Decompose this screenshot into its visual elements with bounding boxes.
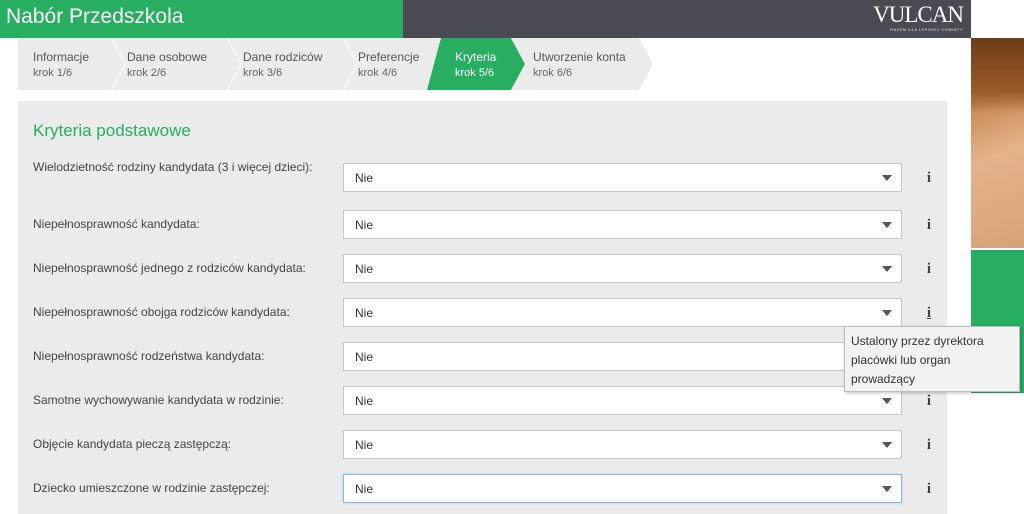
- criterion-select-niepelnosprawnosc-obojga[interactable]: Nie: [343, 298, 902, 327]
- section-title: Kryteria podstawowe: [33, 121, 191, 140]
- criterion-label: Objęcie kandydata pieczą zastępczą:: [33, 437, 232, 451]
- criterion-label: Niepełnosprawność kandydata:: [33, 217, 200, 231]
- step-name: Preferencje: [358, 50, 420, 64]
- side-photo: [971, 0, 1024, 514]
- step-name: Informacje: [33, 50, 90, 64]
- app-header-brand: Nabór Przedszkola: [0, 0, 403, 38]
- criterion-label: Niepełnosprawność obojga rodziców kandyd…: [33, 305, 290, 319]
- wizard-steps: Informacje krok 1/6 Dane osobowe krok 2/6 …: [18, 38, 668, 90]
- criterion-select-rodzina-zastepcza[interactable]: Nie: [343, 474, 902, 503]
- criteria-panel: Kryteria podstawowe Wielodzietność rodzi…: [18, 101, 947, 514]
- app-title: Nabór Przedszkola: [6, 5, 184, 28]
- chevron-down-icon: [882, 442, 892, 448]
- info-tooltip: Ustalony przez dyrektora placówki lub or…: [844, 326, 1020, 392]
- info-icon[interactable]: i: [924, 437, 934, 453]
- step-number: krok 4/6: [358, 67, 398, 79]
- info-icon[interactable]: i: [924, 393, 934, 409]
- info-icon[interactable]: i: [924, 305, 934, 321]
- step-name: Dane rodziców: [243, 50, 323, 64]
- criterion-select-niepelnosprawnosc-rodzica[interactable]: Nie: [343, 254, 902, 283]
- select-value: Nie: [355, 350, 374, 364]
- info-icon[interactable]: i: [924, 481, 934, 497]
- chevron-down-icon: [882, 266, 892, 272]
- step-dane-rodzicow[interactable]: Dane rodziców krok 3/6: [228, 38, 358, 90]
- criterion-select-piecza-zastepcza[interactable]: Nie: [343, 430, 902, 459]
- criterion-select-wielodzietnosc[interactable]: Nie: [343, 163, 902, 192]
- chevron-down-icon: [882, 222, 892, 228]
- chevron-down-icon: [882, 398, 892, 404]
- info-icon[interactable]: i: [924, 261, 934, 277]
- select-value: Nie: [355, 438, 374, 452]
- select-value: Nie: [355, 306, 374, 320]
- criterion-select-niepelnosprawnosc-kandydata[interactable]: Nie: [343, 210, 902, 239]
- logo-wordmark: VULCAN: [873, 2, 964, 27]
- step-number: krok 1/6: [33, 67, 73, 79]
- vulcan-logo[interactable]: VULCAN RAZEM DLA LEPSZEJ OŚWIATY: [873, 2, 964, 33]
- criterion-label: Niepełnosprawność jednego z rodziców kan…: [33, 261, 306, 275]
- step-name: Utworzenie konta: [533, 50, 626, 64]
- chevron-down-icon: [882, 175, 892, 181]
- logo-tagline: RAZEM DLA LEPSZEJ OŚWIATY: [890, 27, 963, 32]
- info-icon[interactable]: i: [924, 217, 934, 233]
- criterion-label: Dziecko umieszczone w rodzinie zastępcze…: [33, 481, 270, 495]
- criterion-label: Wielodzietność rodziny kandydata (3 i wi…: [33, 160, 313, 174]
- criterion-select-niepelnosprawnosc-rodzenstwa[interactable]: Nie: [343, 342, 902, 371]
- info-icon[interactable]: i: [924, 170, 934, 186]
- select-value: Nie: [355, 262, 374, 276]
- step-name: Kryteria: [455, 50, 497, 64]
- chevron-down-icon: [882, 310, 892, 316]
- app-header-bar: VULCAN RAZEM DLA LEPSZEJ OŚWIATY: [403, 0, 971, 38]
- step-number: krok 2/6: [127, 67, 167, 79]
- criterion-label: Niepełnosprawność rodzeństwa kandydata:: [33, 349, 265, 363]
- select-value: Nie: [355, 171, 374, 185]
- step-dane-osobowe[interactable]: Dane osobowe krok 2/6: [112, 38, 242, 90]
- select-value: Nie: [355, 218, 374, 232]
- step-informacje[interactable]: Informacje krok 1/6: [18, 38, 126, 90]
- select-value: Nie: [355, 482, 374, 496]
- criterion-label: Samotne wychowywanie kandydata w rodzini…: [33, 393, 284, 407]
- step-number: krok 3/6: [243, 67, 283, 79]
- step-number: krok 6/6: [533, 67, 573, 79]
- chevron-down-icon: [882, 486, 892, 492]
- step-name: Dane osobowe: [127, 50, 208, 64]
- criterion-select-samotne-wychowywanie[interactable]: Nie: [343, 386, 902, 415]
- select-value: Nie: [355, 394, 374, 408]
- step-utworzenie-konta[interactable]: Utworzenie konta krok 6/6: [511, 38, 653, 90]
- step-number: krok 5/6: [455, 67, 495, 79]
